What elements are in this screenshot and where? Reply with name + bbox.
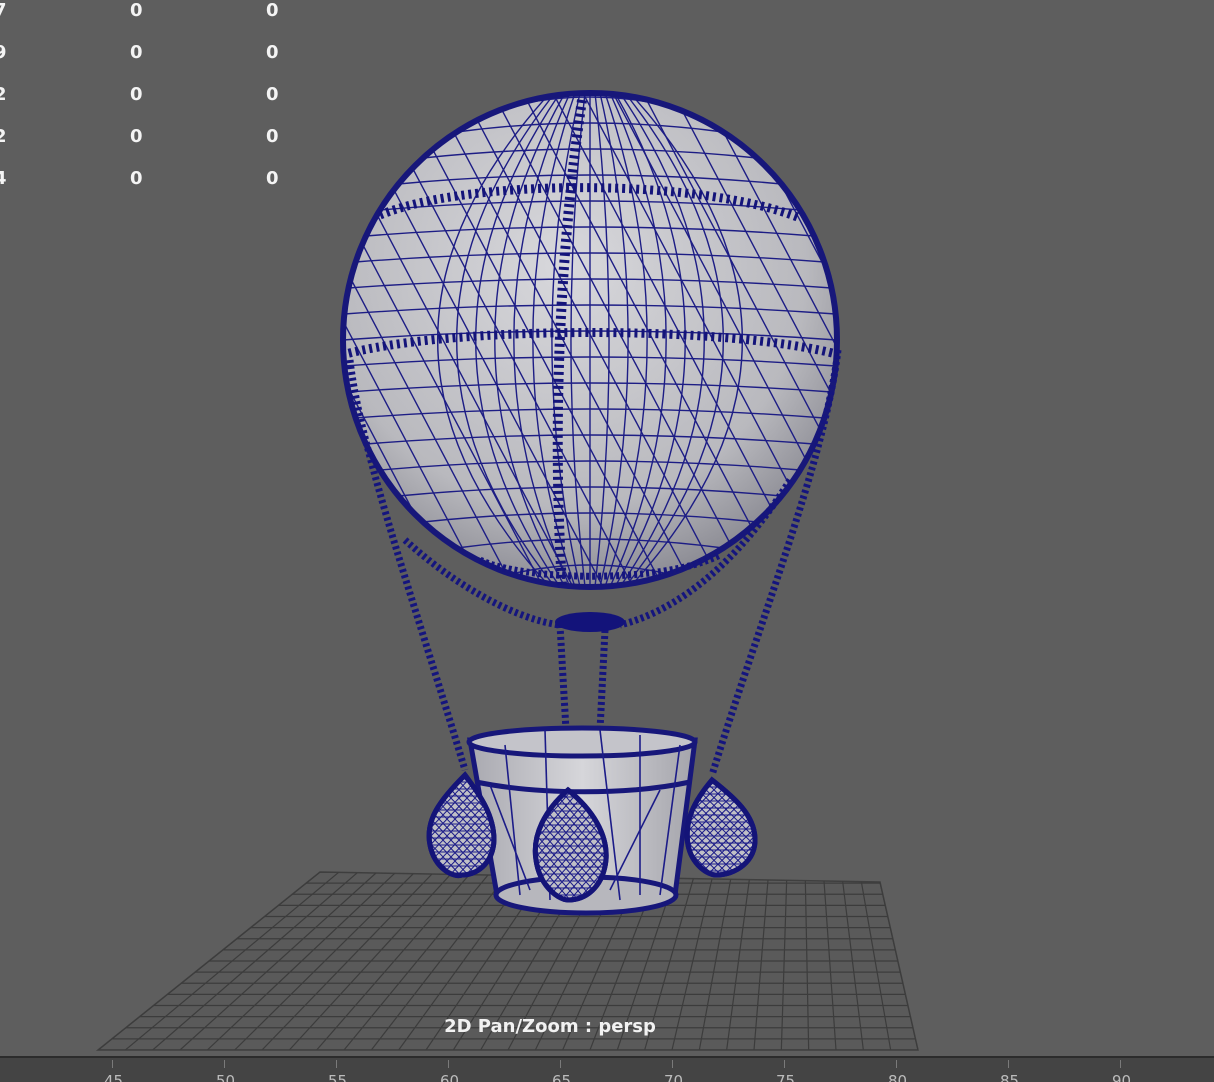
hud-value: 0 <box>266 126 279 147</box>
hud-value: 0 <box>130 168 143 189</box>
timeline-tick <box>112 1060 113 1068</box>
timeline-tick <box>1008 1060 1009 1068</box>
timeline-tick-label: 90 <box>1112 1072 1132 1082</box>
timeline-tick-label: 50 <box>216 1072 236 1082</box>
hud-row: 7 0 0 <box>0 0 300 42</box>
timeline-tick-label: 60 <box>440 1072 460 1082</box>
camera-label: 2D Pan/Zoom : persp <box>444 1016 656 1037</box>
hud-value: 0 <box>130 0 143 21</box>
hud-value: 0 <box>266 84 279 105</box>
timeline-tick-label: 70 <box>664 1072 684 1082</box>
timeline-tick-label: 75 <box>776 1072 796 1082</box>
hud-value: 0 <box>266 42 279 63</box>
hud-value: 2 <box>0 84 7 105</box>
timeline-tick <box>448 1060 449 1068</box>
hud-value: 2 <box>0 126 7 147</box>
hud-poly-count: 7 0 0 9 0 0 2 0 0 2 0 0 4 0 0 <box>0 0 300 210</box>
time-slider[interactable]: 45 50 55 60 65 70 75 80 85 90 <box>0 1056 1214 1082</box>
hud-value: 7 <box>0 0 7 21</box>
timeline-tick <box>672 1060 673 1068</box>
hud-value: 9 <box>0 42 7 63</box>
timeline-tick <box>1120 1060 1121 1068</box>
hud-value: 0 <box>130 126 143 147</box>
timeline-tick <box>560 1060 561 1068</box>
timeline-tick-label: 65 <box>552 1072 572 1082</box>
timeline-tick-label: 80 <box>888 1072 908 1082</box>
rope-ring <box>555 612 625 632</box>
hud-value: 0 <box>130 84 143 105</box>
timeline-tick <box>896 1060 897 1068</box>
hud-row: 9 0 0 <box>0 42 300 84</box>
hud-value: 0 <box>266 168 279 189</box>
hud-row: 4 0 0 <box>0 168 300 210</box>
hud-value: 0 <box>266 0 279 21</box>
timeline-tick-label: 45 <box>104 1072 124 1082</box>
hud-row: 2 0 0 <box>0 84 300 126</box>
timeline-tick-label: 85 <box>1000 1072 1020 1082</box>
timeline-tick <box>224 1060 225 1068</box>
timeline-tick-label: 55 <box>328 1072 348 1082</box>
timeline-tick <box>784 1060 785 1068</box>
hud-row: 2 0 0 <box>0 126 300 168</box>
hud-value: 0 <box>130 42 143 63</box>
perspective-viewport[interactable]: 7 0 0 9 0 0 2 0 0 2 0 0 4 0 0 2D Pan/Zoom : persp <box>0 0 1214 1056</box>
hud-value: 4 <box>0 168 7 189</box>
timeline-tick <box>336 1060 337 1068</box>
